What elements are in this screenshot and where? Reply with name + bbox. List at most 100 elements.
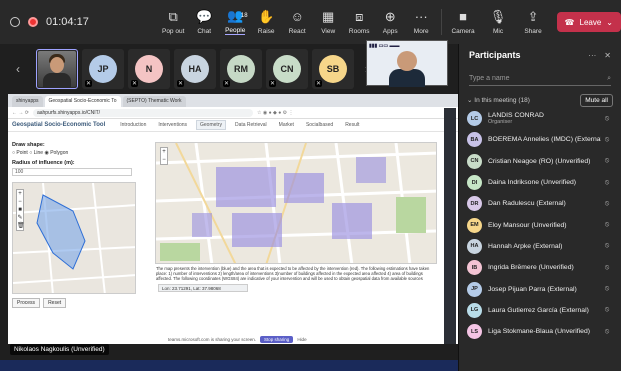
people-label: People [225,27,246,35]
participant-name-block: Daina Indriksone (Unverified) [488,179,601,186]
stop-sharing-button[interactable]: Stop sharing [260,336,294,343]
nav-item[interactable]: Interventions [155,121,190,129]
browser-tab-active[interactable]: Geospatial Socio-Economic To [44,96,121,107]
map-zoom-controls[interactable]: + − [160,147,168,165]
rooms-label: Rooms [348,27,370,35]
mic-muted-icon: ✕ [85,80,93,87]
participant-name-block: Eloy Mansour (Unverified) [488,222,601,229]
url-field[interactable]: aahpurfs.shinyapps.io/CNIT/ [32,108,253,117]
pop-out-button[interactable]: ⧉ Pop out [158,9,188,35]
mic-button[interactable]: 🎙 Mic [481,9,515,35]
mic-muted-icon[interactable]: ⦸ [601,136,613,144]
mic-muted-icon[interactable]: ⦸ [601,200,613,208]
apps-button[interactable]: ⊕ Apps [375,9,405,35]
section-label[interactable]: ⌄ In this meeting (18) [467,96,530,104]
leave-button[interactable]: ☎ Leave ⌄ [556,12,621,32]
draw-buttons: Process Reset [12,298,140,308]
meeting-toolbar: 01:04:17 ⧉ Pop out 💬 Chat 👥 18 People ✋ Raise ☺ Re… [0,0,621,44]
participant-row[interactable]: LS Liga Stokmane-Blaua (Unverified) ⦸ [467,321,613,342]
browser-tab[interactable]: (SEPTO) Thematic Work [122,96,186,107]
result-map[interactable]: + − [155,142,437,264]
nav-item[interactable]: Market [276,121,297,129]
participant-row[interactable]: DR Dan Radulescu (External) ⦸ [467,193,613,214]
mic-muted-icon[interactable]: ⦸ [601,285,613,293]
shape-radios[interactable]: ○ Point ○ Line ◉ Polygon [12,150,140,156]
camera-label: Camera [451,27,475,35]
camera-icon: ■ [459,8,467,24]
participant-name-block: Hannah Arpke (External) [488,243,601,250]
rooms-button[interactable]: ⧈ Rooms [344,9,374,35]
view-button[interactable]: ▦ View [313,9,343,35]
search-input[interactable]: Type a name [469,75,509,82]
participant-row[interactable]: CN Cristian Neagoe (RO) (Unverified) ⦸ [467,151,613,172]
participant-row[interactable]: DI Daina Indriksone (Unverified) ⦸ [467,172,613,193]
shield-icon [10,17,20,27]
participant-row[interactable]: EM Eloy Mansour (Unverified) ⦸ [467,214,613,235]
browser-tab[interactable]: shinyapps [12,96,43,107]
shared-screen[interactable]: shinyapps Geospatial Socio-Economic To (… [8,94,458,344]
coordinates-readout: Lon: 23.71291, Lat: 37.98068 [158,284,248,292]
participant-tile[interactable]: SB ✕ [312,49,354,89]
more-options-icon[interactable]: ··· [588,51,596,60]
draw-map[interactable]: + − ■ ✎ 🗑 [12,182,136,294]
avatar: DR [467,196,482,212]
participant-name-block: Cristian Neagoe (RO) (Unverified) [488,158,601,165]
camera-button[interactable]: ■ Camera [446,8,480,35]
raise-button[interactable]: ✋ Raise [251,9,281,35]
chevron-down-icon[interactable]: ⌄ [606,18,613,27]
extension-icons[interactable]: ☆ ◉ ● ◆ ● ⚙ ⋮ [257,110,294,116]
participant-tile[interactable]: RM ✕ [220,49,262,89]
participant-row[interactable]: HA Hannah Arpke (External) ⦸ [467,236,613,257]
share-button[interactable]: ⇪ Share [516,9,550,35]
app-navbar: Geospatial Socio-Economic Tool Introduct… [8,119,458,132]
mic-muted-icon[interactable]: ⦸ [601,306,613,314]
nav-item-active[interactable]: Geometry [196,120,226,130]
mic-muted-icon[interactable]: ⦸ [601,179,613,187]
strip-prev-arrow[interactable]: ‹ [0,62,36,76]
mic-muted-icon[interactable]: ⦸ [601,157,613,165]
reset-button[interactable]: Reset [43,298,67,308]
nav-item[interactable]: Result [342,121,362,129]
hide-button[interactable]: Hide [297,337,306,342]
panel-controls: ··· ✕ [588,51,611,60]
react-button[interactable]: ☺ React [282,9,312,35]
participant-tile[interactable]: HA ✕ [174,49,216,89]
participant-tile[interactable]: JP ✕ [82,49,124,89]
process-button[interactable]: Process [12,298,41,308]
nav-arrows-icon[interactable]: ← → ⟳ [12,110,29,116]
participant-row[interactable]: IB Ingrida Brēmere (Unverified) ⦸ [467,257,613,278]
chat-label: Chat [197,27,212,35]
participant-row[interactable]: LC LANDIS CONRAD Organiser ⦸ [467,108,613,129]
mic-muted-icon[interactable]: ⦸ [601,328,613,336]
nav-item[interactable]: Socialbased [303,121,336,129]
mute-all-button[interactable]: Mute all [580,93,613,107]
participant-tile[interactable]: CN ✕ [266,49,308,89]
nav-item[interactable]: Data Retrieval [232,121,270,129]
mic-muted-icon[interactable]: ⦸ [601,264,613,272]
mic-muted-icon: ✕ [315,80,323,87]
mic-muted-icon[interactable]: ⦸ [601,221,613,229]
close-icon[interactable]: ✕ [604,51,611,60]
zoom-controls[interactable]: + − ■ ✎ 🗑 [16,189,25,231]
chat-button[interactable]: 💬 Chat [189,9,219,35]
more-icon: ··· [414,8,428,24]
radius-input[interactable]: 100 [12,168,132,176]
mic-muted-icon[interactable]: ⦸ [601,242,613,250]
nav-item[interactable]: Introduction [117,121,149,129]
people-button[interactable]: 👥 18 People [220,9,250,35]
participant-row[interactable]: BA BOEREMA Annelies (IMDC) (External) ⦸ [467,129,613,150]
device-controls: ■ Camera 🎙 Mic ⇪ Share [446,8,551,35]
search-icon: ⌕ [607,74,611,82]
participant-tile[interactable]: N ✕ [128,49,170,89]
side-toolbar[interactable] [444,108,456,344]
presenter-video[interactable]: ▮▮▮ ▭▭ ▬▬ [366,40,448,87]
mic-muted-icon: ✕ [177,80,185,87]
avatar-tiles: JP ✕ N ✕ HA ✕ RM ✕ CN ✕ SB ✕ [82,49,358,89]
participant-row[interactable]: JP Josep Pijuan Parra (External) ⦸ [467,278,613,299]
more-button[interactable]: ··· More [406,8,436,35]
teams-meeting-window: 01:04:17 ⧉ Pop out 💬 Chat 👥 18 People ✋ Raise ☺ Re… [0,0,621,371]
self-video-tile[interactable] [36,49,78,89]
participant-search[interactable]: Type a name ⌕ [469,72,611,86]
mic-muted-icon[interactable]: ⦸ [601,115,613,123]
participant-row[interactable]: LG Laura Gutierrez García (External) ⦸ [467,300,613,321]
